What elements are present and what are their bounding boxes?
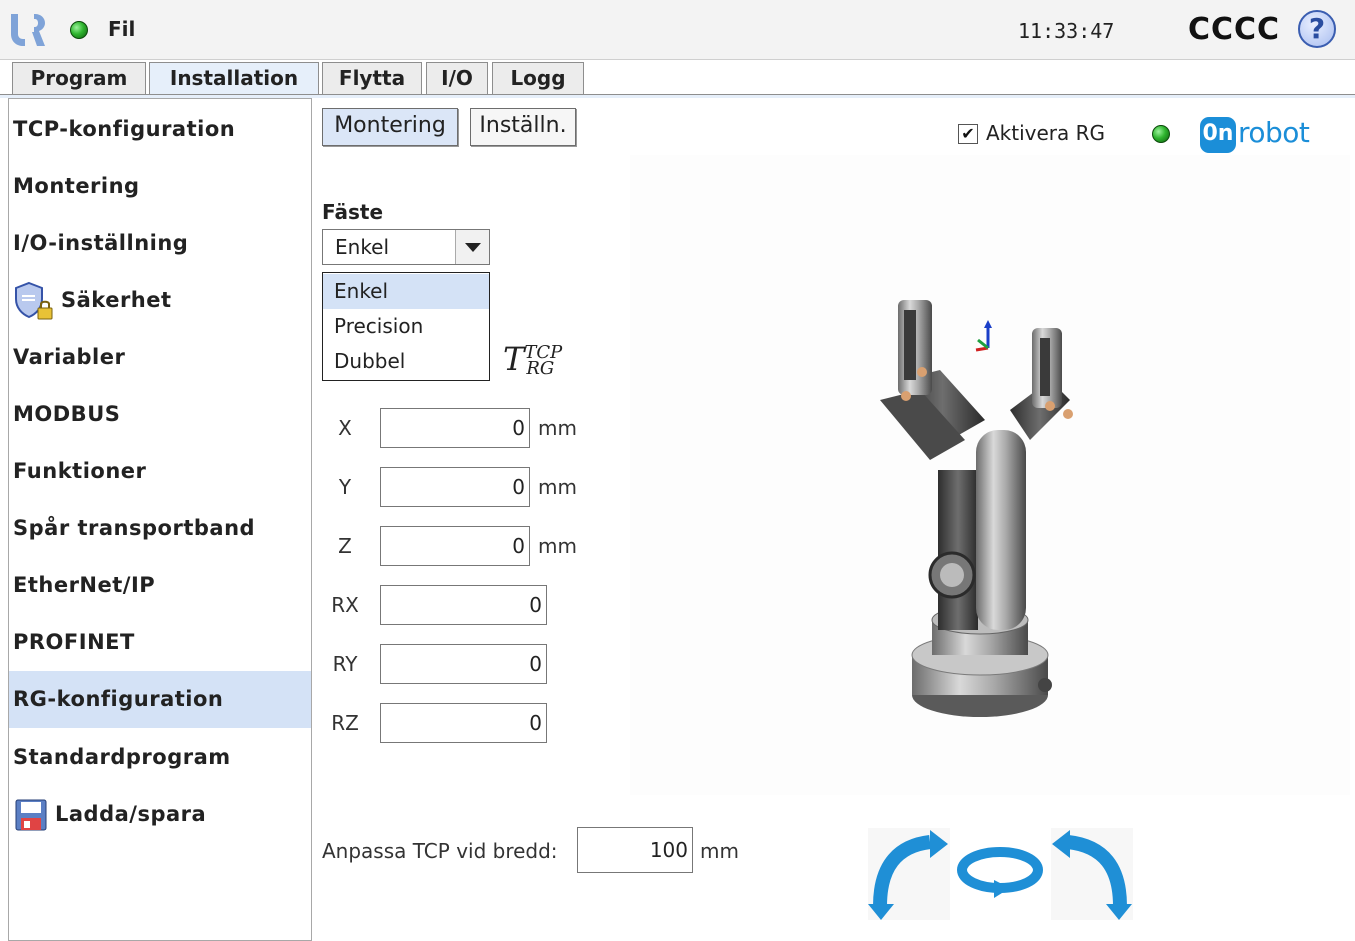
sidebar-item-tcp-konfiguration[interactable]: TCP-konfiguration: [13, 101, 311, 158]
tab-io[interactable]: I/O: [426, 62, 488, 94]
sidebar-item-label: Ladda/spara: [55, 802, 207, 826]
installn-button[interactable]: Inställn.: [470, 108, 576, 146]
file-menu[interactable]: Fil: [108, 17, 135, 41]
x-input[interactable]: 0: [380, 408, 530, 448]
sidebar-item-label: Spår transportband: [13, 516, 256, 540]
formula-subscript: RG: [526, 358, 555, 379]
anpassa-tcp-unit: mm: [700, 839, 739, 863]
z-label: Z: [338, 534, 352, 558]
sidebar-item-funktioner[interactable]: Funktioner: [13, 443, 311, 500]
chevron-down-icon[interactable]: [455, 230, 489, 264]
sidebar-item-label: MODBUS: [13, 402, 121, 426]
top-bar: [0, 0, 1355, 60]
sidebar-item-label: Montering: [13, 174, 140, 198]
sidebar-item-rg-konfiguration[interactable]: RG-konfiguration: [9, 671, 311, 728]
rotate-left-icon[interactable]: [868, 828, 950, 920]
y-label: Y: [338, 475, 352, 499]
sidebar-item-standardprogram[interactable]: Standardprogram: [13, 729, 311, 786]
anpassa-tcp-label: Anpassa TCP vid bredd:: [322, 839, 558, 863]
faste-dropdown[interactable]: Enkel: [322, 229, 490, 265]
aktivera-rg-checkbox[interactable]: ✔: [958, 124, 978, 144]
faste-options-list: Enkel Precision Dubbel: [322, 272, 490, 381]
tab-installation[interactable]: Installation: [149, 62, 319, 96]
rotate-around-icon[interactable]: [957, 847, 1043, 898]
x-label: X: [338, 416, 352, 440]
sidebar-item-label: PROFINET: [13, 630, 135, 654]
robot-name: CCCC: [1188, 12, 1281, 47]
rotate-right-icon[interactable]: [1051, 828, 1133, 920]
ry-label: RY: [332, 652, 358, 676]
ur-logo-icon: [11, 14, 45, 46]
onrobot-logo-text: robot: [1238, 116, 1310, 149]
formula-base: T: [503, 340, 525, 378]
clock: 11:33:47: [1018, 19, 1115, 43]
sidebar-item-label: I/O-inställning: [13, 231, 189, 255]
sidebar-item-sakerhet[interactable]: Säkerhet: [13, 272, 311, 329]
ry-input[interactable]: 0: [380, 644, 547, 684]
onrobot-logo-mark: 0n: [1200, 117, 1236, 153]
rx-label: RX: [331, 593, 359, 617]
sidebar-item-io-installning[interactable]: I/O-inställning: [13, 215, 311, 272]
rg-gripper-model-icon: [880, 300, 1073, 717]
tab-flytta[interactable]: Flytta: [322, 62, 422, 94]
rz-label: RZ: [331, 711, 359, 735]
sidebar-item-label: Standardprogram: [13, 745, 231, 769]
y-unit: mm: [538, 475, 577, 499]
security-shield-icon: [15, 281, 53, 320]
installation-sidebar: TCP-konfiguration Montering I/O-inställn…: [8, 98, 312, 941]
faste-option-dubbel[interactable]: Dubbel: [323, 344, 489, 379]
sidebar-item-label: Säkerhet: [61, 288, 172, 312]
sidebar-item-label: Funktioner: [13, 459, 147, 483]
rx-input[interactable]: 0: [380, 585, 547, 625]
rz-input[interactable]: 0: [380, 703, 547, 743]
faste-option-precision[interactable]: Precision: [323, 309, 489, 344]
montering-button[interactable]: Montering: [322, 108, 458, 146]
faste-label: Fäste: [322, 200, 384, 224]
sidebar-item-label: EtherNet/IP: [13, 573, 156, 597]
y-input[interactable]: 0: [380, 467, 530, 507]
rg-status-led-icon: [1152, 125, 1170, 143]
sidebar-item-spar-transportband[interactable]: Spår transportband: [13, 500, 311, 557]
sidebar-item-variabler[interactable]: Variabler: [13, 329, 311, 386]
save-disk-icon: [15, 799, 47, 831]
z-input[interactable]: 0: [380, 526, 530, 566]
faste-option-enkel[interactable]: Enkel: [323, 274, 489, 309]
view-rotate-controls: [868, 828, 1133, 920]
anpassa-tcp-input[interactable]: 100: [577, 827, 693, 873]
sidebar-item-label: TCP-konfiguration: [13, 117, 236, 141]
sidebar-item-label: RG-konfiguration: [13, 687, 224, 711]
z-unit: mm: [538, 534, 577, 558]
tab-logg[interactable]: Logg: [492, 62, 584, 94]
sidebar-item-profinet[interactable]: PROFINET: [13, 614, 311, 671]
x-unit: mm: [538, 416, 577, 440]
sidebar-item-ladda-spara[interactable]: Ladda/spara: [13, 786, 311, 843]
tcp-transform-formula: T TCP RG: [503, 340, 584, 380]
tab-program[interactable]: Program: [12, 62, 146, 94]
faste-selected-value: Enkel: [335, 235, 390, 259]
help-icon[interactable]: ?: [1298, 10, 1336, 48]
robot-status-led-icon: [70, 21, 88, 39]
sidebar-item-ethernet-ip[interactable]: EtherNet/IP: [13, 557, 311, 614]
sidebar-item-montering[interactable]: Montering: [13, 158, 311, 215]
sidebar-item-modbus[interactable]: MODBUS: [13, 386, 311, 443]
sidebar-item-label: Variabler: [13, 345, 126, 369]
aktivera-rg-label: Aktivera RG: [986, 121, 1106, 145]
